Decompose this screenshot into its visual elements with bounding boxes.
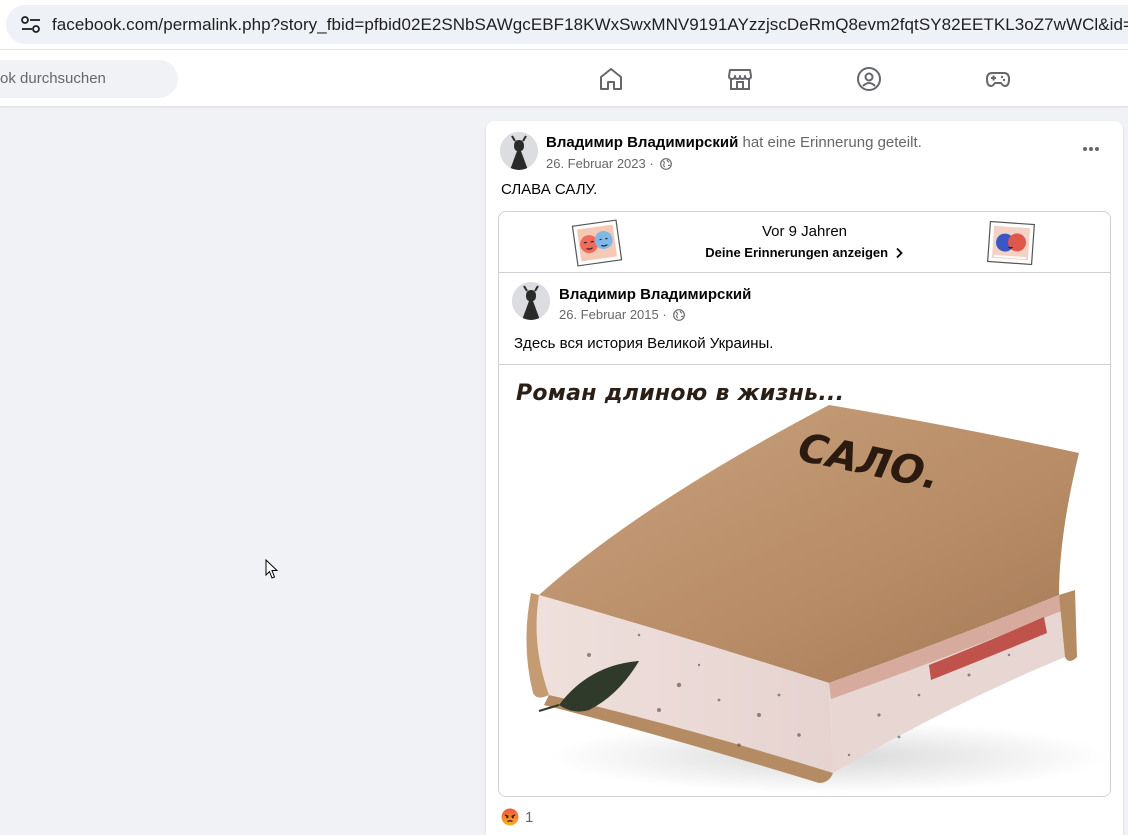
post-header: Владимир Владимирский hat eine Erinnerun… [546,134,922,151]
post-photo[interactable]: САЛО. Роман длиною в жизнь... [499,365,1110,796]
globe-icon [673,309,686,321]
post-text: СЛАВА САЛУ. [501,181,598,198]
inner-post-meta: 26. Februar 2015 · [559,307,686,322]
reaction-count: 1 [525,809,534,826]
facebook-top-bar: ok durchsuchen [0,50,1128,106]
memory-header[interactable]: Vor 9 Jahren Deine Erinnerungen anzeigen [499,212,1110,273]
author-action: hat eine Erinnerung geteilt. [742,134,922,151]
see-memories-label: Deine Erinnerungen anzeigen [705,245,889,260]
angry-reaction-icon [501,808,519,826]
avatar[interactable] [500,132,538,170]
url-text[interactable]: facebook.com/permalink.php?story_fbid=pf… [52,15,1128,35]
author-name[interactable]: Владимир Владимирский [546,134,738,151]
more-options-icon[interactable] [1076,137,1106,161]
memory-attachment: Vor 9 Jahren Deine Erinnerungen anzeigen [498,211,1111,797]
post-card: Владимир Владимирский hat eine Erinnerun… [486,121,1123,835]
post-date[interactable]: 26. Februar 2023 · [546,156,654,171]
search-placeholder: ok durchsuchen [0,70,106,87]
site-settings-icon[interactable] [20,15,42,35]
marketplace-icon[interactable] [727,66,753,92]
inner-author-name[interactable]: Владимир Владимирский [559,286,751,303]
memory-illustration-right-icon [987,220,1035,266]
url-field[interactable]: facebook.com/permalink.php?story_fbid=pf… [6,5,1128,44]
inner-post-date[interactable]: 26. Februar 2015 · [559,307,667,322]
search-input[interactable]: ok durchsuchen [0,60,178,98]
globe-icon [660,158,673,170]
groups-icon[interactable] [856,66,882,92]
avatar-figure-icon [500,132,538,170]
salo-book-image: САЛО. [526,405,1109,793]
avatar[interactable] [512,282,550,320]
inner-post-text: Здесь вся история Великой Украины. [514,335,774,352]
home-icon[interactable] [598,66,624,92]
mouse-cursor-icon [265,559,279,579]
chevron-right-icon [896,247,903,259]
browser-address-bar: facebook.com/permalink.php?story_fbid=pf… [0,0,1128,50]
post-meta: 26. Februar 2023 · [546,156,673,171]
avatar-figure-icon [512,282,550,320]
photo-caption: Роман длиною в жизнь... [516,381,845,406]
gaming-icon[interactable] [985,66,1011,92]
